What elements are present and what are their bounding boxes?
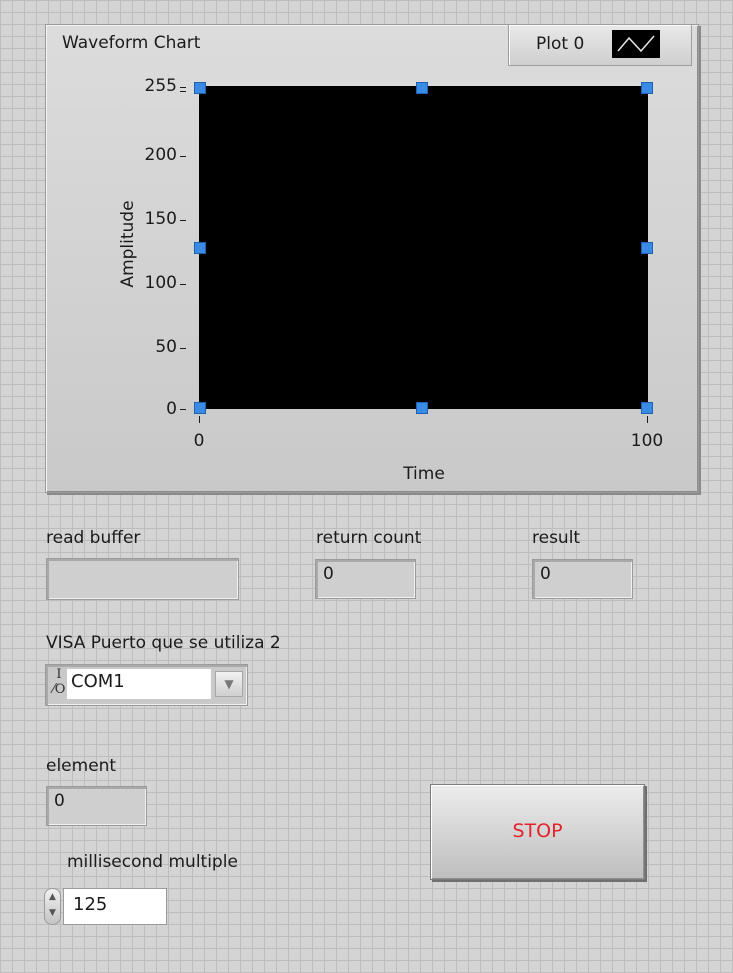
result-label: result [532, 528, 581, 548]
visa-resource-value[interactable]: COM1 [67, 669, 211, 699]
y-tick-mark [180, 91, 186, 92]
y-tick-mark [180, 348, 186, 349]
result-indicator: 0 [532, 559, 633, 599]
resize-handle[interactable] [641, 242, 653, 254]
read-buffer-label: read buffer [46, 528, 141, 548]
y-tick-mark [180, 409, 186, 410]
resize-handle[interactable] [194, 402, 206, 414]
resize-handle[interactable] [194, 242, 206, 254]
x-tick-label: 0 [193, 431, 205, 451]
return-count-indicator: 0 [315, 559, 416, 599]
resize-handle[interactable] [194, 82, 206, 94]
millisecond-multiple-label: millisecond multiple [67, 852, 238, 872]
y-tick-label: 50 [155, 337, 177, 357]
visa-resource-control[interactable]: I ⁄O COM1 ▼ [45, 664, 248, 706]
chevron-down-icon[interactable]: ▼ [215, 671, 243, 697]
resize-handle[interactable] [416, 402, 428, 414]
y-tick-label: 255 [144, 76, 177, 96]
increment-decrement-icon[interactable]: ▲ ▼ [44, 888, 61, 925]
y-tick-mark [180, 87, 186, 88]
element-indicator: 0 [46, 786, 147, 826]
return-count-label: return count [316, 528, 422, 548]
resize-handle[interactable] [416, 82, 428, 94]
x-tick-mark [199, 416, 200, 423]
y-tick-label: 200 [144, 145, 177, 165]
x-tick-label: 100 [630, 431, 664, 451]
plot-line-icon [612, 30, 660, 58]
y-tick-label: 0 [166, 399, 177, 419]
legend-label: Plot 0 [536, 34, 585, 54]
plot-legend[interactable]: Plot 0 [508, 24, 692, 66]
visa-io-icon: I ⁄O [52, 667, 66, 697]
millisecond-multiple-input[interactable]: 125 [63, 888, 167, 925]
stop-button[interactable]: STOP [430, 784, 645, 880]
element-label: element [46, 756, 117, 776]
visa-label: VISA Puerto que se utiliza 2 [46, 633, 281, 653]
read-buffer-indicator [46, 558, 239, 600]
y-tick-mark [180, 156, 186, 157]
y-tick-mark [180, 220, 186, 221]
chart-title: Waveform Chart [62, 33, 201, 53]
resize-handle[interactable] [641, 402, 653, 414]
plot-area[interactable] [199, 86, 648, 409]
resize-handle[interactable] [641, 82, 653, 94]
x-axis-label: Time [403, 464, 445, 484]
x-tick-mark [647, 416, 648, 423]
y-tick-mark [180, 284, 186, 285]
y-tick-label: 150 [144, 209, 177, 229]
y-tick-label: 100 [144, 273, 177, 293]
